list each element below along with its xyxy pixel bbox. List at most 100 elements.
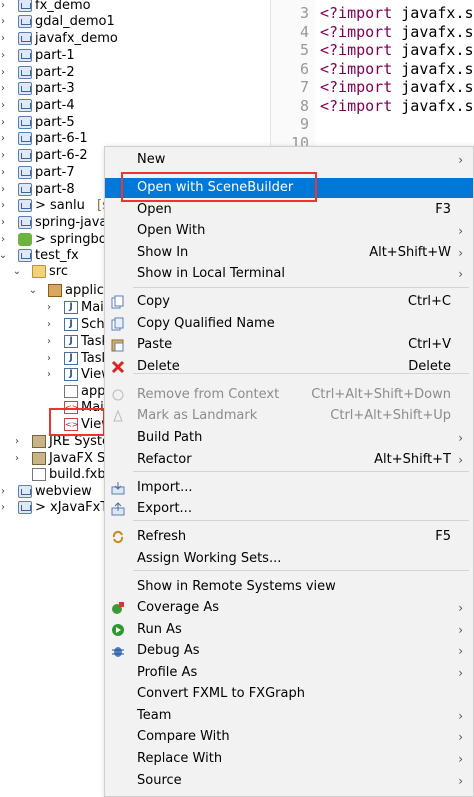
submenu-chevron-icon: › — [458, 623, 463, 637]
code-text: javafx.sc — [392, 41, 474, 59]
collapsed-chevron-icon[interactable]: › — [0, 14, 8, 30]
menu-item-show-in[interactable]: Show In Alt+Shift+W › — [105, 243, 473, 263]
collapsed-chevron-icon[interactable]: › — [44, 317, 54, 333]
expanded-chevron-icon[interactable]: ⌄ — [12, 264, 22, 280]
collapsed-chevron-icon[interactable]: › — [0, 31, 8, 47]
menu-item-label: Team — [137, 708, 172, 723]
menu-item-team[interactable]: Team › — [105, 706, 473, 726]
menu-item-show-in-local-terminal[interactable]: Show in Local Terminal › — [105, 264, 473, 284]
menu-item-new[interactable]: New › — [105, 150, 473, 170]
project-icon — [18, 15, 32, 28]
collapsed-chevron-icon[interactable]: › — [0, 484, 8, 500]
collapsed-chevron-icon[interactable]: › — [44, 367, 54, 383]
menu-item-mark-as-landmark: Mark as Landmark Ctrl+Alt+Shift+Up — [105, 406, 473, 426]
collapsed-chevron-icon[interactable]: › — [12, 451, 22, 467]
menu-item-label: Paste — [137, 337, 173, 352]
collapsed-chevron-icon[interactable]: › — [0, 182, 8, 198]
collapsed-chevron-icon[interactable]: › — [0, 500, 8, 516]
line-number: 4 — [299, 22, 309, 41]
landmark-icon — [111, 409, 125, 423]
collapsed-chevron-icon[interactable]: › — [12, 434, 22, 450]
menu-item-label: Assign Working Sets... — [137, 551, 282, 566]
menu-item-build-path[interactable]: Build Path › — [105, 428, 473, 448]
menu-item-label: Replace With — [137, 751, 223, 766]
menu-item-open-with[interactable]: Open With › — [105, 221, 473, 241]
menu-item-run-as[interactable]: Run As › — [105, 620, 473, 640]
submenu-chevron-icon: › — [458, 752, 463, 766]
expanded-chevron-icon[interactable]: ⌄ — [0, 248, 8, 264]
tree-item-label: part-3 — [35, 81, 75, 96]
submenu-chevron-icon: › — [458, 774, 463, 788]
menu-item-label: Convert FXML to FXGraph — [137, 686, 305, 701]
submenu-chevron-icon: › — [458, 246, 463, 260]
java-file-icon: J — [64, 301, 78, 314]
collapsed-chevron-icon[interactable]: › — [0, 98, 8, 114]
collapsed-chevron-icon[interactable]: › — [0, 0, 8, 14]
menu-item-label: Delete — [137, 359, 180, 374]
menu-item-convert-fxml-to-fxgraph[interactable]: Convert FXML to FXGraph — [105, 684, 473, 704]
collapsed-chevron-icon[interactable]: › — [0, 148, 8, 164]
tree-item-label: part-5 — [35, 115, 75, 130]
menu-item-show-in-remote-systems-view[interactable]: Show in Remote Systems view — [105, 577, 473, 597]
collapsed-chevron-icon[interactable]: › — [44, 351, 54, 367]
menu-item-label: Compare With — [137, 729, 230, 744]
collapsed-chevron-icon[interactable]: › — [44, 334, 54, 350]
collapsed-chevron-icon[interactable]: › — [0, 131, 8, 147]
tree-item-label: javafx_demo — [35, 31, 118, 46]
menu-item-label: Refactor — [137, 452, 192, 467]
menu-item-label: Show in Remote Systems view — [137, 579, 336, 594]
code-text: javafx.sc — [392, 96, 474, 115]
collapsed-chevron-icon[interactable]: › — [0, 198, 8, 214]
menu-item-label: Mark as Landmark — [137, 408, 258, 423]
menu-item-shortcut: Ctrl+Alt+Shift+Up — [330, 408, 451, 423]
tree-item-label: JRE Syste — [49, 434, 111, 449]
collapsed-chevron-icon[interactable]: › — [0, 81, 8, 97]
menu-item-debug-as[interactable]: Debug As › — [105, 641, 473, 661]
menu-item-shortcut: Ctrl+Alt+Shift+Down — [311, 387, 451, 402]
menu-item-import[interactable]: Import... — [105, 478, 473, 498]
menu-item-compare-with[interactable]: Compare With › — [105, 727, 473, 747]
project-icon — [18, 149, 32, 162]
collapsed-chevron-icon[interactable]: › — [0, 115, 8, 131]
submenu-chevron-icon: › — [458, 224, 463, 238]
context-menu[interactable]: New › Open with SceneBuilder Open F3 Open Wit… — [104, 146, 474, 797]
collapsed-chevron-icon[interactable]: › — [0, 232, 8, 248]
menu-item-copy-qualified-name[interactable]: Copy Qualified Name — [105, 314, 473, 334]
menu-item-shortcut: F3 — [435, 202, 451, 217]
menu-item-label: Build Path — [137, 430, 203, 445]
menu-item-assign-working-sets[interactable]: Assign Working Sets... — [105, 549, 473, 569]
project-icon — [18, 0, 32, 12]
menu-item-replace-with[interactable]: Replace With › — [105, 749, 473, 769]
menu-item-label: Source — [137, 773, 182, 788]
collapsed-chevron-icon[interactable]: › — [0, 65, 8, 81]
project-icon — [18, 183, 32, 196]
refresh-icon — [111, 530, 125, 544]
expanded-chevron-icon[interactable]: ⌄ — [28, 283, 38, 299]
code-keyword: <?import — [320, 4, 393, 22]
menu-item-refresh[interactable]: Refresh F5 — [105, 527, 473, 547]
menu-separator — [133, 520, 469, 521]
menu-item-export[interactable]: Export... — [105, 499, 473, 519]
collapsed-chevron-icon[interactable]: › — [0, 48, 8, 64]
menu-item-source[interactable]: Source › — [105, 771, 473, 791]
import-icon — [111, 481, 125, 495]
tree-item-label: part-4 — [35, 98, 75, 113]
project-icon — [18, 132, 32, 145]
menu-item-label: Export... — [137, 501, 192, 516]
menu-item-open[interactable]: Open F3 — [105, 200, 473, 220]
collapsed-chevron-icon[interactable]: › — [44, 300, 54, 316]
menu-item-refactor[interactable]: Refactor Alt+Shift+T › — [105, 450, 473, 470]
code-editor[interactable]: 3 <?import javafx.sc 4 <?import javafx.sc 5 <… — [271, 0, 474, 152]
menu-item-label: Debug As — [137, 643, 200, 658]
tree-item-label: part-7 — [35, 165, 75, 180]
collapsed-chevron-icon[interactable]: › — [0, 215, 8, 231]
menu-item-coverage-as[interactable]: Coverage As › — [105, 598, 473, 618]
menu-item-shortcut: F5 — [435, 529, 451, 544]
menu-item-profile-as[interactable]: Profile As › — [105, 663, 473, 683]
menu-item-paste[interactable]: Paste Ctrl+V — [105, 335, 473, 355]
menu-item-copy[interactable]: Copy Ctrl+C — [105, 292, 473, 312]
menu-item-delete[interactable]: Delete Delete — [105, 357, 473, 377]
folder-icon — [32, 265, 46, 278]
collapsed-chevron-icon[interactable]: › — [0, 165, 8, 181]
tree-item-label: part-6-1 — [35, 131, 88, 146]
